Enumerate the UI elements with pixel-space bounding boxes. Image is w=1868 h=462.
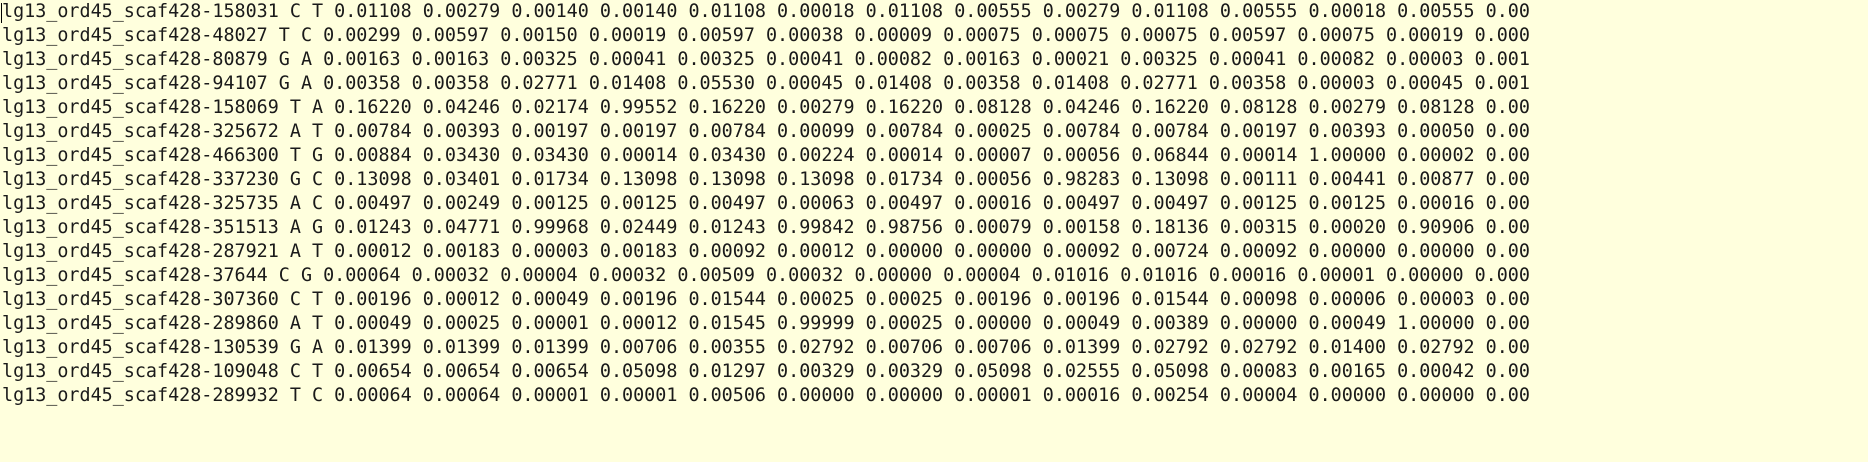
text-line: lg13_ord45_scaf428-109048 C T 0.00654 0.… bbox=[2, 361, 1530, 382]
text-line: lg13_ord45_scaf428-94107 G A 0.00358 0.0… bbox=[2, 73, 1530, 94]
text-line: lg13_ord45_scaf428-337230 G C 0.13098 0.… bbox=[2, 169, 1530, 190]
text-editor-area[interactable]: lg13_ord45_scaf428-158031 C T 0.01108 0.… bbox=[0, 0, 1868, 462]
text-line: lg13_ord45_scaf428-307360 C T 0.00196 0.… bbox=[2, 289, 1530, 310]
text-line: lg13_ord45_scaf428-158031 C T 0.01108 0.… bbox=[2, 1, 1530, 22]
text-line: lg13_ord45_scaf428-130539 G A 0.01399 0.… bbox=[2, 337, 1530, 358]
text-line: lg13_ord45_scaf428-351513 A G 0.01243 0.… bbox=[2, 217, 1530, 238]
text-line: lg13_ord45_scaf428-325735 A C 0.00497 0.… bbox=[2, 193, 1530, 214]
text-line: lg13_ord45_scaf428-37644 C G 0.00064 0.0… bbox=[2, 265, 1530, 286]
text-line: lg13_ord45_scaf428-80879 G A 0.00163 0.0… bbox=[2, 49, 1530, 70]
text-line: lg13_ord45_scaf428-466300 T G 0.00884 0.… bbox=[2, 145, 1530, 166]
text-line: lg13_ord45_scaf428-289932 T C 0.00064 0.… bbox=[2, 385, 1530, 406]
text-line: lg13_ord45_scaf428-287921 A T 0.00012 0.… bbox=[2, 241, 1530, 262]
text-line: lg13_ord45_scaf428-158069 T A 0.16220 0.… bbox=[2, 97, 1530, 118]
text-line: lg13_ord45_scaf428-48027 T C 0.00299 0.0… bbox=[2, 25, 1530, 46]
text-line: lg13_ord45_scaf428-325672 A T 0.00784 0.… bbox=[2, 121, 1530, 142]
text-line: lg13_ord45_scaf428-289860 A T 0.00049 0.… bbox=[2, 313, 1530, 334]
